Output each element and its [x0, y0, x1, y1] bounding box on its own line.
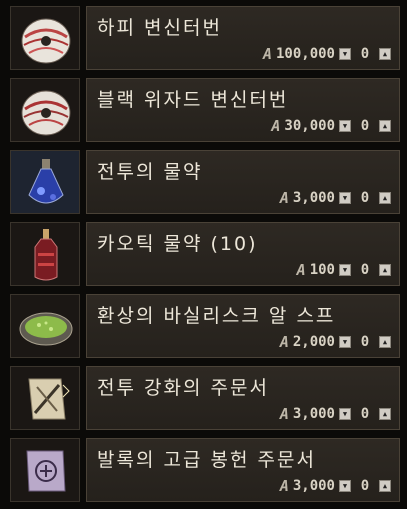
adena-icon: A [262, 45, 272, 63]
item-name: 발록의 고급 봉헌 주문서 [97, 449, 316, 471]
item-panel[interactable]: 발록의 고급 봉헌 주문서 A 3,000 ▼ 0 ▲ [86, 438, 400, 502]
decrease-quantity-button[interactable]: ▼ [339, 408, 351, 420]
shop-item-row[interactable]: 발록의 고급 봉헌 주문서 A 3,000 ▼ 0 ▲ [6, 438, 401, 505]
adena-icon: A [296, 261, 306, 279]
item-price: 3,000 [292, 478, 335, 494]
item-name: 블랙 위자드 변신터번 [97, 89, 289, 111]
decrease-quantity-button[interactable]: ▼ [339, 336, 351, 348]
item-price: 100,000 [275, 46, 335, 62]
item-panel[interactable]: 전투의 물약 A 3,000 ▼ 0 ▲ [86, 150, 400, 214]
item-quantity[interactable]: 0 [355, 478, 375, 494]
item-quantity[interactable]: 0 [355, 118, 375, 134]
adena-icon: A [271, 117, 281, 135]
item-price: 3,000 [292, 190, 335, 206]
decrease-quantity-button[interactable]: ▼ [339, 480, 351, 492]
price-area: A 3,000 ▼ 0 ▲ [280, 477, 391, 495]
red-potion-icon [10, 222, 80, 286]
adena-icon: A [279, 189, 289, 207]
increase-quantity-button[interactable]: ▲ [379, 48, 391, 60]
price-area: A 2,000 ▼ 0 ▲ [280, 333, 391, 351]
shop-item-list: 하피 변신터번 A 100,000 ▼ 0 ▲ 블랙 위자드 변신터번 A 30… [0, 0, 407, 509]
shop-item-row[interactable]: 블랙 위자드 변신터번 A 30,000 ▼ 0 ▲ [6, 78, 401, 145]
item-price: 3,000 [292, 406, 335, 422]
item-panel[interactable]: 환상의 바실리스크 알 스프 A 2,000 ▼ 0 ▲ [86, 294, 400, 358]
price-area: A 100,000 ▼ 0 ▲ [263, 45, 391, 63]
shop-item-row[interactable]: 환상의 바실리스크 알 스프 A 2,000 ▼ 0 ▲ [6, 294, 401, 361]
blue-potion-icon [10, 150, 80, 214]
increase-quantity-button[interactable]: ▲ [379, 120, 391, 132]
adena-icon: A [279, 405, 289, 423]
item-name: 하피 변신터번 [97, 17, 222, 39]
decrease-quantity-button[interactable]: ▼ [339, 120, 351, 132]
increase-quantity-button[interactable]: ▲ [379, 192, 391, 204]
soup-bowl-icon [10, 294, 80, 358]
item-quantity[interactable]: 0 [355, 190, 375, 206]
item-name: 전투의 물약 [97, 161, 203, 183]
price-area: A 3,000 ▼ 0 ▲ [280, 189, 391, 207]
increase-quantity-button[interactable]: ▲ [379, 336, 391, 348]
item-price: 2,000 [292, 334, 335, 350]
item-quantity[interactable]: 0 [355, 262, 375, 278]
scroll-icon [10, 366, 80, 430]
price-area: A 100 ▼ 0 ▲ [297, 261, 391, 279]
item-panel[interactable]: 블랙 위자드 변신터번 A 30,000 ▼ 0 ▲ [86, 78, 400, 142]
item-price: 30,000 [284, 118, 335, 134]
item-quantity[interactable]: 0 [355, 46, 375, 62]
decrease-quantity-button[interactable]: ▼ [339, 48, 351, 60]
item-name: 카오틱 물약 (10) [97, 233, 258, 255]
adena-icon: A [279, 477, 289, 495]
item-quantity[interactable]: 0 [355, 406, 375, 422]
item-panel[interactable]: 하피 변신터번 A 100,000 ▼ 0 ▲ [86, 6, 400, 70]
item-name: 환상의 바실리스크 알 스프 [97, 305, 336, 327]
item-price: 100 [309, 262, 335, 278]
decrease-quantity-button[interactable]: ▼ [339, 192, 351, 204]
shop-item-row[interactable]: 하피 변신터번 A 100,000 ▼ 0 ▲ [6, 6, 401, 73]
purple-scroll-icon [10, 438, 80, 502]
turban-icon [10, 6, 80, 70]
item-panel[interactable]: 카오틱 물약 (10) A 100 ▼ 0 ▲ [86, 222, 400, 286]
shop-item-row[interactable]: 카오틱 물약 (10) A 100 ▼ 0 ▲ [6, 222, 401, 289]
shop-item-row[interactable]: 전투 강화의 주문서 A 3,000 ▼ 0 ▲ [6, 366, 401, 433]
item-name: 전투 강화의 주문서 [97, 377, 269, 399]
price-area: A 30,000 ▼ 0 ▲ [271, 117, 391, 135]
turban-icon [10, 78, 80, 142]
decrease-quantity-button[interactable]: ▼ [339, 264, 351, 276]
shop-item-row[interactable]: 전투의 물약 A 3,000 ▼ 0 ▲ [6, 150, 401, 217]
increase-quantity-button[interactable]: ▲ [379, 480, 391, 492]
item-panel[interactable]: 전투 강화의 주문서 A 3,000 ▼ 0 ▲ [86, 366, 400, 430]
item-quantity[interactable]: 0 [355, 334, 375, 350]
increase-quantity-button[interactable]: ▲ [379, 408, 391, 420]
increase-quantity-button[interactable]: ▲ [379, 264, 391, 276]
price-area: A 3,000 ▼ 0 ▲ [280, 405, 391, 423]
adena-icon: A [279, 333, 289, 351]
